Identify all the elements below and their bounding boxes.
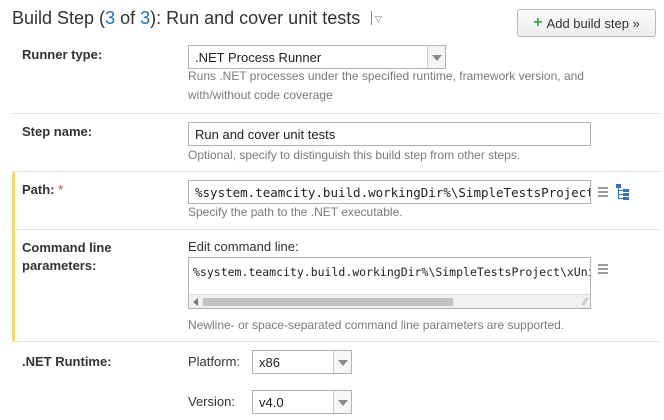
edit-command-line-label: Edit command line: bbox=[188, 239, 299, 254]
path-input[interactable]: %system.teamcity.build.workingDir%\Simpl… bbox=[188, 180, 591, 204]
add-build-step-label: Add build step » bbox=[546, 15, 640, 31]
runner-type-select[interactable]: .NET Process Runner bbox=[188, 45, 446, 69]
path-value: %system.teamcity.build.workingDir%\Simpl… bbox=[195, 185, 591, 200]
cmdline-label: Command line parameters: bbox=[22, 239, 187, 275]
step-name-value: Run and cover unit tests bbox=[195, 127, 336, 142]
required-marker: * bbox=[58, 182, 64, 197]
scroll-left-icon[interactable] bbox=[193, 298, 198, 306]
platform-label: Platform: bbox=[188, 354, 241, 369]
version-label: Version: bbox=[188, 394, 235, 409]
add-build-step-button[interactable]: + Add build step » bbox=[517, 9, 656, 37]
plus-icon: + bbox=[533, 14, 543, 31]
runner-type-row: Runner type: .NET Process Runner Runs .N… bbox=[12, 42, 660, 114]
cmdline-row: Command line parameters: Edit command li… bbox=[12, 230, 660, 342]
horizontal-scrollbar[interactable]: ⁄⁄ bbox=[189, 294, 590, 308]
chevron-down-icon[interactable] bbox=[333, 351, 351, 373]
list-icon[interactable] bbox=[598, 264, 610, 274]
version-select[interactable]: v4.0 bbox=[252, 390, 352, 414]
title-suffix: ): Run and cover unit tests bbox=[150, 8, 361, 28]
runner-type-hint: Runs .NET processes under the specified … bbox=[188, 69, 584, 102]
title-prefix: Build Step ( bbox=[12, 8, 106, 28]
step-name-input[interactable]: Run and cover unit tests bbox=[188, 122, 591, 146]
cmdline-label-line1: Command line bbox=[22, 240, 112, 255]
total-steps-link[interactable]: 3 bbox=[140, 8, 150, 28]
path-label-text: Path: bbox=[22, 182, 55, 197]
path-label: Path: * bbox=[22, 181, 187, 199]
cmdline-value: %system.teamcity.build.workingDir%\Simpl… bbox=[193, 265, 591, 279]
runtime-label: .NET Runtime: bbox=[22, 354, 112, 369]
runtime-row: .NET Runtime: Platform: x86 Version: v4.… bbox=[12, 342, 660, 420]
title-of: of bbox=[115, 8, 141, 28]
list-icon[interactable] bbox=[598, 187, 610, 197]
current-step-link[interactable]: 3 bbox=[105, 8, 115, 28]
resize-grip-icon[interactable]: ⁄⁄ bbox=[584, 297, 587, 308]
page-title: Build Step (3 of 3): Run and cover unit … bbox=[12, 8, 360, 29]
platform-select[interactable]: x86 bbox=[252, 350, 352, 374]
version-value: v4.0 bbox=[259, 395, 284, 410]
cmdline-label-line2: parameters: bbox=[22, 258, 97, 273]
chevron-down-icon[interactable] bbox=[427, 46, 445, 68]
chevron-down-icon[interactable] bbox=[333, 391, 351, 413]
chevron-down-icon[interactable]: ▽ bbox=[375, 14, 382, 25]
step-name-hint: Optional, specify to distinguish this bu… bbox=[188, 148, 521, 162]
step-name-label: Step name: bbox=[22, 124, 93, 139]
platform-value: x86 bbox=[259, 355, 280, 370]
path-row: Path: * %system.teamcity.build.workingDi… bbox=[12, 172, 660, 230]
step-name-row: Step name: Run and cover unit tests Opti… bbox=[12, 114, 660, 172]
scrollbar-thumb[interactable] bbox=[203, 298, 453, 306]
runner-type-value: .NET Process Runner bbox=[195, 50, 322, 65]
page-header: Build Step (3 of 3): Run and cover unit … bbox=[0, 0, 664, 42]
title-separator bbox=[371, 11, 372, 25]
runner-type-label: Runner type: bbox=[22, 47, 103, 62]
path-hint: Specify the path to the .NET executable. bbox=[188, 205, 403, 219]
tree-icon[interactable] bbox=[616, 184, 630, 200]
cmdline-hint: Newline- or space-separated command line… bbox=[188, 318, 565, 332]
cmdline-textarea[interactable]: %system.teamcity.build.workingDir%\Simpl… bbox=[188, 257, 591, 309]
